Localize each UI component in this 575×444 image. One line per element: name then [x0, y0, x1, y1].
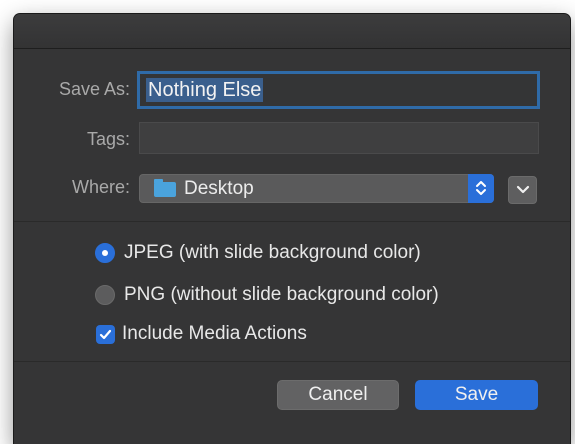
save-dialog: Save As: Nothing Else Tags: Where: Deskt…	[14, 14, 570, 444]
chevron-down-icon	[516, 185, 530, 194]
include-media-checkbox[interactable]	[96, 325, 115, 344]
png-radio[interactable]	[95, 285, 115, 305]
jpeg-radio[interactable]	[95, 243, 115, 263]
separator	[14, 361, 570, 362]
jpeg-option-label[interactable]: JPEG (with slide background color)	[124, 242, 421, 264]
tags-field[interactable]	[139, 122, 539, 154]
expand-dialog-button[interactable]	[508, 176, 537, 204]
separator	[14, 221, 570, 222]
checkmark-icon	[99, 329, 112, 340]
save-button[interactable]: Save	[415, 380, 538, 410]
folder-icon	[154, 179, 176, 197]
where-popup[interactable]: Desktop	[139, 174, 494, 203]
dialog-titlebar	[14, 14, 570, 49]
png-option-label[interactable]: PNG (without slide background color)	[124, 284, 439, 306]
include-media-label[interactable]: Include Media Actions	[122, 323, 307, 345]
cancel-button[interactable]: Cancel	[277, 380, 399, 410]
where-value: Desktop	[184, 178, 254, 199]
tags-label: Tags:	[86, 129, 130, 149]
save-as-field[interactable]: Nothing Else	[137, 71, 540, 109]
where-label: Where:	[71, 177, 130, 197]
popup-stepper-icon[interactable]	[468, 174, 494, 203]
save-as-label: Save As:	[58, 79, 130, 99]
save-as-value: Nothing Else	[146, 78, 264, 102]
